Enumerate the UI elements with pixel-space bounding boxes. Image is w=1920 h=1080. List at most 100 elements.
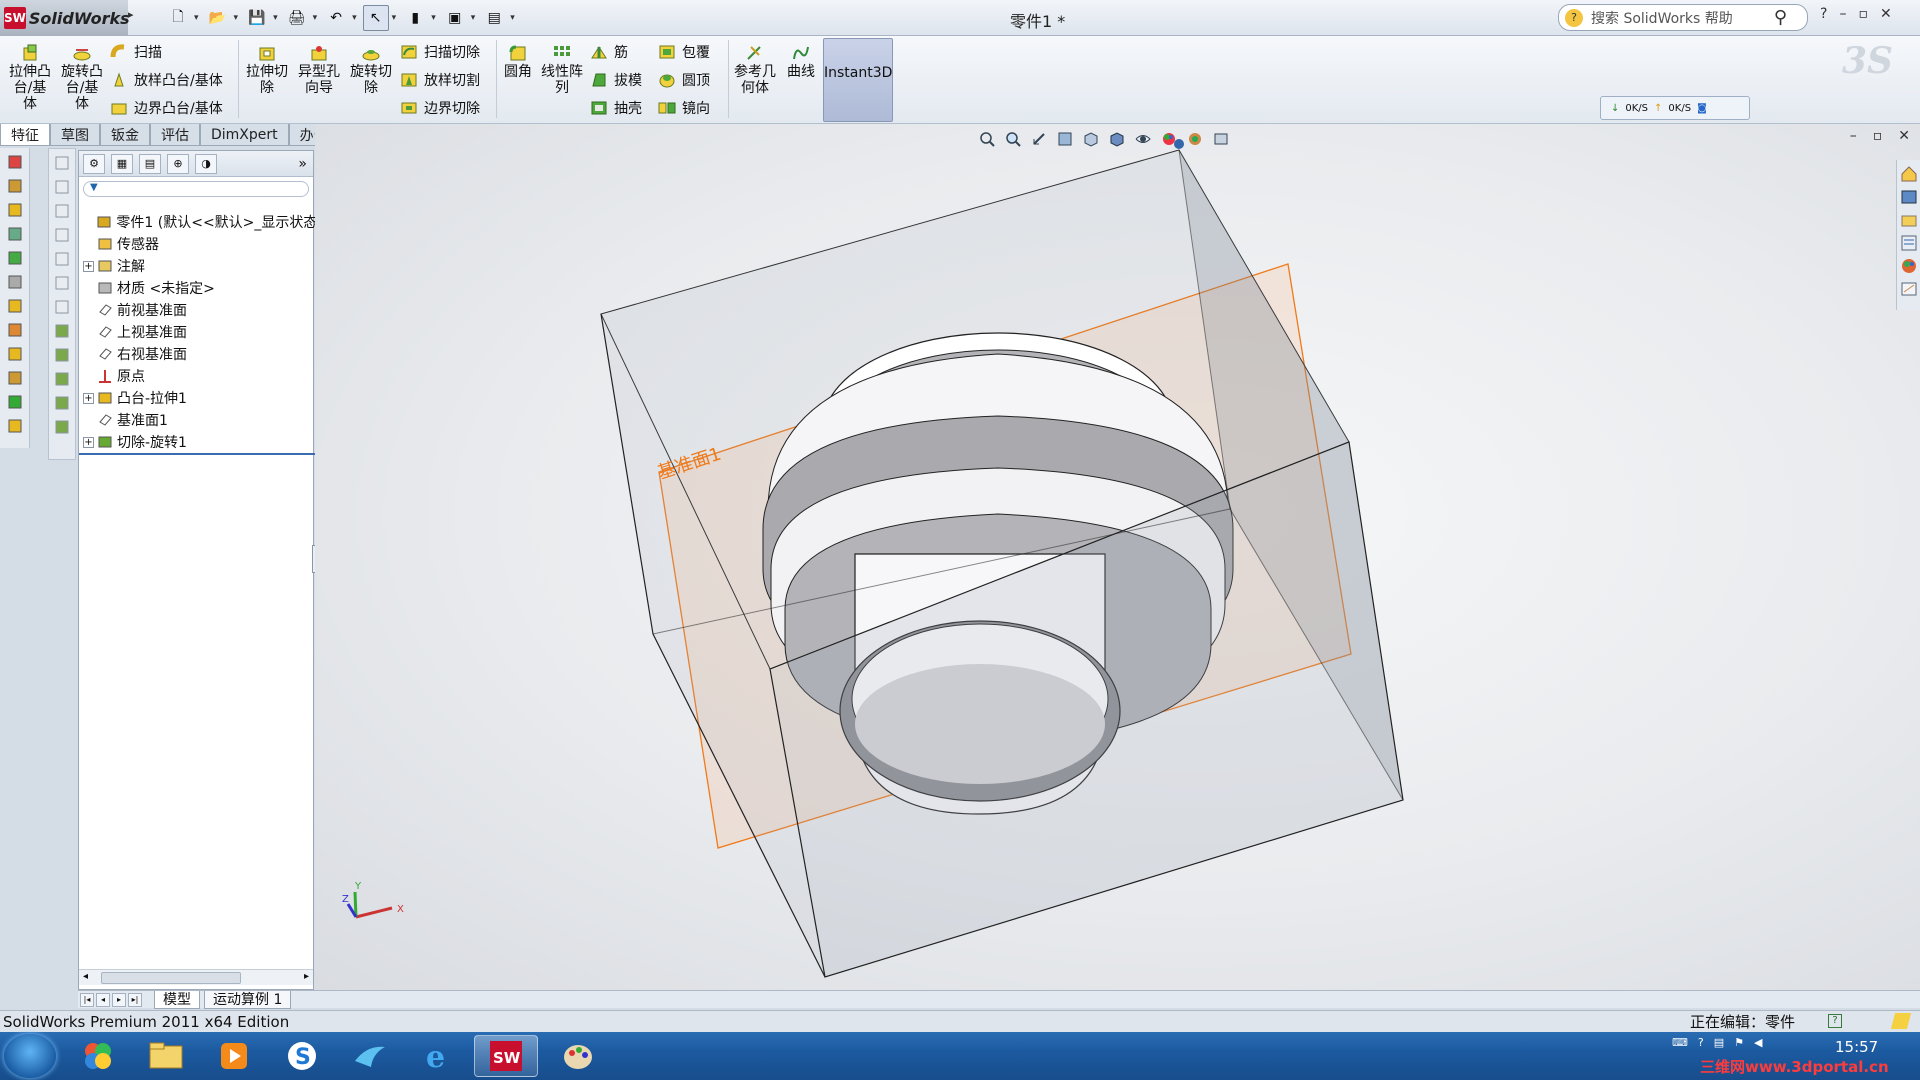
sticky-note-icon[interactable] — [1890, 1013, 1912, 1029]
property-manager-tab-icon[interactable]: ▦ — [111, 153, 133, 174]
dropdown-caret-icon[interactable]: ▾ — [234, 13, 239, 23]
feature-tree-tab-icon[interactable]: ⚙ — [83, 153, 105, 174]
view-front-icon[interactable] — [51, 153, 73, 173]
help-tray-icon[interactable]: ? — [1698, 1036, 1704, 1049]
taskbar-app-flower[interactable] — [66, 1035, 130, 1077]
dimxpert-manager-tab-icon[interactable]: ⊕ — [167, 153, 189, 174]
curves-button[interactable]: 曲线 — [784, 44, 818, 80]
loft-cut-button[interactable]: 放样切割 — [400, 68, 480, 92]
save-icon[interactable]: 💾 — [244, 5, 270, 31]
dropdown-caret-icon[interactable]: ▾ — [352, 13, 357, 23]
revolve-boss-button[interactable]: 旋转凸 台/基 体 — [60, 44, 104, 112]
search-icon[interactable]: ⚲ — [1774, 7, 1787, 28]
expand-toggle-icon[interactable]: + — [83, 392, 94, 404]
sketch-line-icon[interactable] — [51, 345, 73, 365]
tree-item[interactable]: + 切除-旋转1 — [79, 431, 315, 453]
dropdown-caret-icon[interactable]: ▾ — [471, 13, 476, 23]
shell-button[interactable]: 抽壳 — [590, 96, 642, 120]
print-icon[interactable]: 🖨 — [284, 5, 310, 31]
sketch-centerline-icon[interactable] — [51, 369, 73, 389]
fillet-button[interactable]: 圆角 — [500, 44, 536, 80]
reference-geometry-button[interactable]: 参考几 何体 — [732, 44, 778, 96]
rebuild-icon[interactable]: ▮ — [402, 5, 428, 31]
tree-item[interactable]: +原点 — [79, 365, 315, 387]
expand-toggle-icon[interactable]: + — [83, 260, 94, 272]
view-back-icon[interactable] — [51, 177, 73, 197]
taskbar-app-sogou[interactable]: S — [270, 1035, 334, 1077]
undo-icon[interactable]: ↶ — [323, 5, 349, 31]
close-window-button[interactable]: ✕ — [1880, 6, 1892, 22]
network-settings-icon[interactable]: ◙ — [1697, 103, 1707, 114]
tab-last-icon[interactable]: ▸| — [128, 992, 142, 1007]
configuration-manager-tab-icon[interactable]: ▤ — [139, 153, 161, 174]
extrude-boss-button[interactable]: 拉伸凸 台/基 体 — [8, 44, 52, 112]
tab-motion-study-1[interactable]: 运动算例 1 — [204, 990, 292, 1009]
expand-panel-icon[interactable]: » — [298, 156, 307, 172]
tree-item[interactable]: +基准面1 — [79, 409, 315, 431]
feature-tree-filter[interactable]: ▼ — [83, 181, 309, 197]
taskbar-app-internet-explorer[interactable]: e — [406, 1035, 470, 1077]
tab-next-icon[interactable]: ▸ — [112, 992, 126, 1007]
system-clock[interactable]: 15:57 — [1835, 1038, 1878, 1056]
taskbar-app-solidworks[interactable]: SW — [474, 1035, 538, 1077]
view-bottom-icon[interactable] — [51, 273, 73, 293]
tree-item[interactable]: +零件1 (默认<<默认>_显示状态 — [79, 211, 315, 233]
tab-first-icon[interactable]: |◂ — [80, 992, 94, 1007]
hole-wizard-button[interactable]: 异型孔 向导 — [296, 44, 342, 96]
taskbar-app-paint[interactable] — [546, 1035, 610, 1077]
scroll-left-arrow-icon[interactable]: ◂ — [83, 971, 88, 982]
select-pointer-icon[interactable]: ↖ — [362, 5, 389, 31]
tab-3[interactable]: 评估 — [150, 124, 200, 146]
view-left-icon[interactable] — [51, 201, 73, 221]
keyboard-tray-icon[interactable]: ⌨ — [1672, 1036, 1688, 1049]
tree-item[interactable]: + 注解 — [79, 255, 315, 277]
model-3d-view[interactable]: 基准面1 X Y Z — [315, 124, 1920, 990]
tab-0[interactable]: 特征 — [0, 124, 50, 146]
restore-window-button[interactable]: ▫ — [1858, 6, 1868, 22]
instant3d-toggle[interactable]: Instant3D — [823, 38, 893, 122]
taskbar-app-bird[interactable] — [338, 1035, 402, 1077]
convert-entities-icon[interactable] — [51, 393, 73, 413]
tree-item[interactable]: +材质 <未指定> — [79, 277, 315, 299]
sweep-button[interactable]: 扫描 — [110, 40, 162, 64]
pattern-icon[interactable] — [4, 416, 26, 436]
expand-toggle-icon[interactable]: + — [83, 436, 94, 448]
extrude-icon[interactable] — [4, 200, 26, 220]
quick-tips-icon[interactable]: ? — [1828, 1014, 1842, 1028]
options-icon[interactable]: ▤ — [481, 5, 507, 31]
display-manager-tab-icon[interactable]: ◑ — [195, 153, 217, 174]
revolve-cut-button[interactable]: 旋转切 除 — [348, 44, 394, 96]
tree-item[interactable]: + 凸台-拉伸1 — [79, 387, 315, 409]
dropdown-caret-icon[interactable]: ▾ — [510, 13, 515, 23]
open-folder-icon[interactable]: 📂 — [205, 5, 231, 31]
draft-button[interactable]: 拔模 — [590, 68, 642, 92]
flag-tray-icon[interactable]: ⚑ — [1734, 1036, 1744, 1049]
boss-icon[interactable] — [4, 296, 26, 316]
cut-icon[interactable] — [4, 344, 26, 364]
view-right-icon[interactable] — [51, 225, 73, 245]
sketch-fillet-icon[interactable] — [4, 272, 26, 292]
plane-icon[interactable] — [4, 368, 26, 388]
taskbar-app-explorer[interactable] — [134, 1035, 198, 1077]
shell-icon[interactable] — [4, 392, 26, 412]
curve-icon[interactable] — [4, 320, 26, 340]
dropdown-caret-icon[interactable]: ▾ — [392, 13, 397, 23]
smart-dimension-icon[interactable] — [4, 176, 26, 196]
file-properties-icon[interactable]: ▣ — [442, 5, 468, 31]
menu-expand-arrow-icon[interactable]: ▸ — [128, 8, 134, 28]
view-top-icon[interactable] — [51, 249, 73, 269]
loft-boss-button[interactable]: 放样凸台/基体 — [110, 68, 223, 92]
graphics-area[interactable]: – ▫ ✕ 基准面1 X Y Z — [315, 124, 1920, 990]
dropdown-caret-icon[interactable]: ▾ — [273, 13, 278, 23]
view-isometric-icon[interactable] — [51, 297, 73, 317]
rib-button[interactable]: 筋 — [590, 40, 628, 64]
feature-tree-horizontal-scrollbar[interactable]: ◂ ▸ — [79, 969, 313, 985]
dropdown-caret-icon[interactable]: ▾ — [431, 13, 436, 23]
selection-point-icon[interactable] — [1174, 139, 1184, 149]
boundary-cut-button[interactable]: 边界切除 — [400, 96, 480, 120]
volume-tray-icon[interactable]: ◀ — [1754, 1036, 1762, 1049]
dropdown-caret-icon[interactable]: ▾ — [194, 13, 199, 23]
reference-point-icon[interactable] — [4, 224, 26, 244]
start-button[interactable] — [4, 1034, 56, 1078]
wrap-button[interactable]: 包覆 — [658, 40, 710, 64]
